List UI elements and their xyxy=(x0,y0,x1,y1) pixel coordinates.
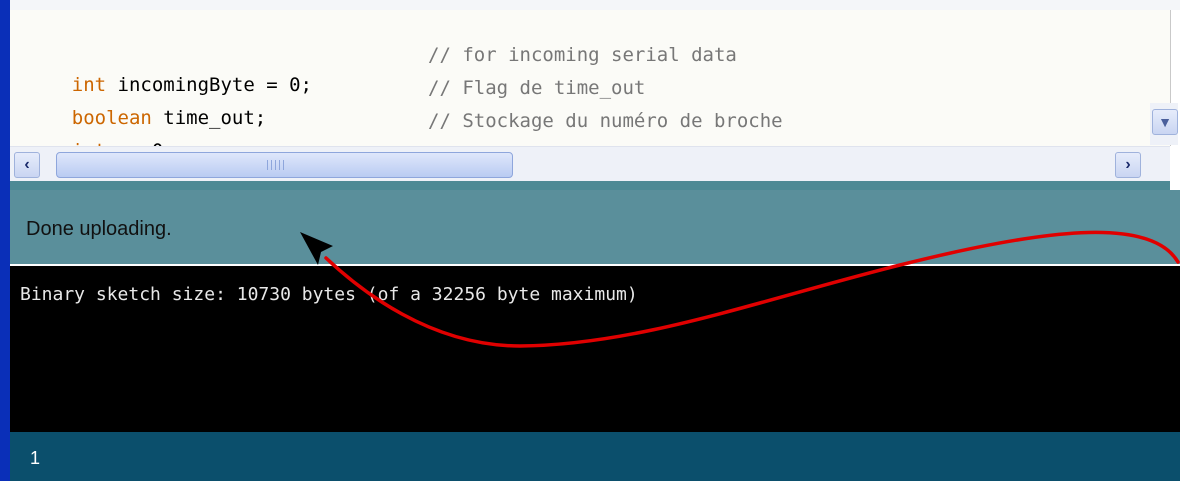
footer-bar: 1 xyxy=(10,432,1180,481)
panel-divider[interactable] xyxy=(10,181,1170,190)
window-left-border xyxy=(0,0,10,481)
scrollbar-thumb[interactable] xyxy=(56,152,513,178)
console-output[interactable]: Binary sketch size: 10730 bytes (of a 32… xyxy=(10,266,1180,432)
code-line[interactable]: boolean time_out; xyxy=(26,73,266,129)
vertical-scrollbar[interactable]: ▼ xyxy=(1150,103,1178,145)
code-comment: // Stockage du numéro de broche xyxy=(428,110,783,132)
code-line[interactable]: int no=0; xyxy=(26,106,175,162)
code-editor[interactable]: int incomingByte = 0; // for incoming se… xyxy=(10,10,1171,162)
status-message: Done uploading. xyxy=(26,218,172,240)
scroll-left-button[interactable]: ‹ xyxy=(14,152,40,178)
chevron-down-icon: ▼ xyxy=(1158,114,1172,130)
line-number: 1 xyxy=(30,448,41,468)
status-bar: Done uploading. xyxy=(10,190,1180,264)
scroll-right-button[interactable]: › xyxy=(1115,152,1141,178)
horizontal-scrollbar[interactable]: ‹ › xyxy=(10,146,1170,181)
code-comment: // for incoming serial data xyxy=(428,44,737,66)
chevron-left-icon: ‹ xyxy=(24,156,30,173)
scrollbar-grip-icon xyxy=(267,160,287,170)
chevron-right-icon: › xyxy=(1125,156,1131,173)
code-comment: // Flag de time_out xyxy=(428,77,646,99)
scroll-down-button[interactable]: ▼ xyxy=(1152,109,1178,135)
console-line: Binary sketch size: 10730 bytes (of a 32… xyxy=(20,284,638,305)
window-top-strip xyxy=(0,0,1180,10)
code-line[interactable]: int incomingByte = 0; xyxy=(26,40,312,96)
